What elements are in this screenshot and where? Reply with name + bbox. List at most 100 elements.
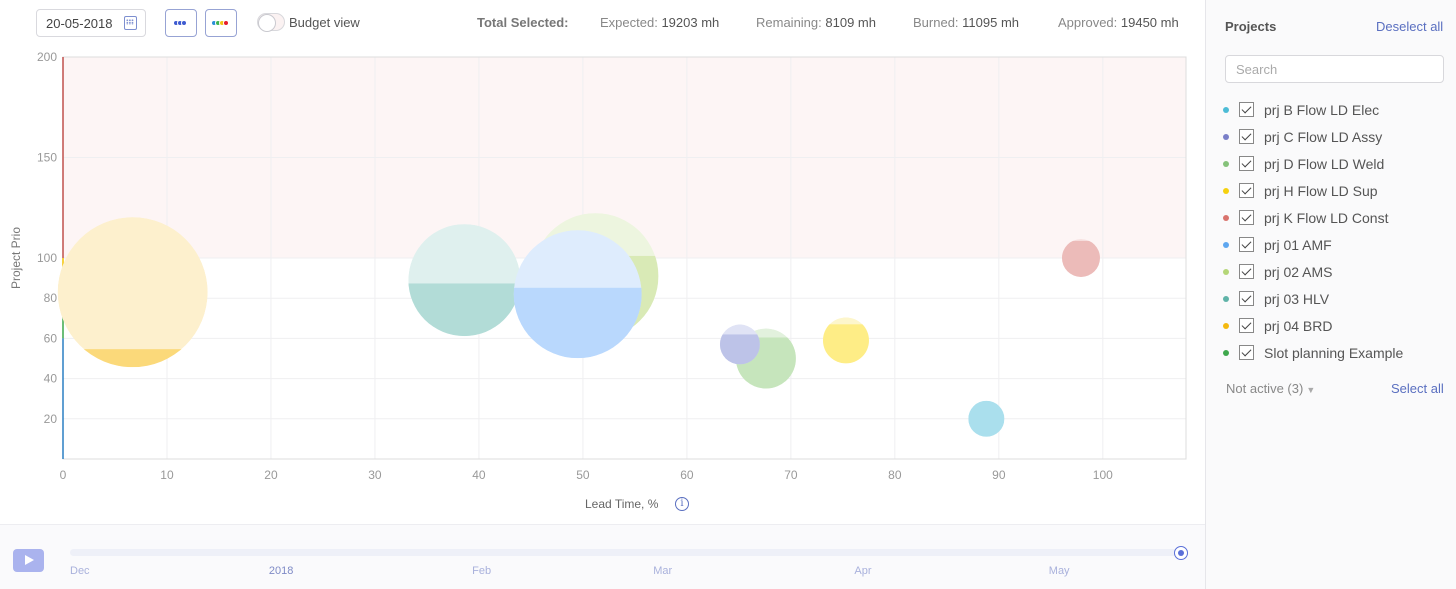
y-axis-title: Project Prio (9, 227, 23, 289)
project-color-dot (1223, 106, 1229, 113)
x-axis-title: Lead Time, % (585, 497, 659, 511)
y-tick-label: 60 (44, 331, 58, 345)
remaining-stat: Remaining: 8109 mh (756, 15, 876, 30)
dot (223, 20, 229, 26)
project-checkbox[interactable] (1239, 318, 1254, 333)
bubble-prj-c-flow-ld-assy[interactable] (719, 324, 760, 365)
not-active-label: Not active (3) (1226, 381, 1304, 396)
colored-dots-icon (211, 20, 229, 26)
x-tick-label: 0 (60, 468, 67, 482)
expected-value: 19203 mh (661, 15, 720, 30)
project-label: prj B Flow LD Elec (1264, 101, 1380, 118)
burned-label: Burned: (913, 15, 959, 30)
project-item[interactable]: prj 03 HLV (1223, 285, 1453, 312)
y-tick-label: 40 (44, 372, 58, 386)
bubble-fill (1061, 240, 1100, 277)
project-checkbox[interactable] (1239, 102, 1254, 117)
info-icon[interactable]: i (675, 497, 689, 511)
calendar-icon[interactable] (124, 16, 137, 30)
x-tick-label: 10 (160, 468, 174, 482)
main-panel: 20-05-2018 Budget view Total Selected: E… (0, 0, 1205, 589)
dots-icon (173, 20, 187, 26)
projects-sidebar: Projects Deselect all prj B Flow LD Elec… (1205, 0, 1456, 589)
bubble-prj-03-hlv[interactable] (408, 224, 521, 337)
bubble-prj-01-amf[interactable] (513, 230, 642, 359)
deselect-all-link[interactable]: Deselect all (1376, 19, 1443, 34)
bubble-prj-b-flow-ld-elec[interactable] (968, 400, 1005, 437)
timeline-label: Dec (70, 565, 90, 577)
expected-stat: Expected: 19203 mh (600, 15, 719, 30)
y-tick-label: 150 (37, 151, 57, 165)
budget-view-toggle[interactable] (257, 13, 285, 32)
bubble-fill (408, 283, 521, 337)
compact-view-button[interactable] (165, 9, 197, 37)
total-selected-label: Total Selected: (477, 15, 569, 30)
x-tick-label: 90 (992, 468, 1006, 482)
project-checkbox[interactable] (1239, 183, 1254, 198)
bubble-fill (57, 349, 208, 368)
y-tick-label: 100 (37, 251, 57, 265)
budget-view-label: Budget view (289, 15, 360, 30)
project-checkbox[interactable] (1239, 264, 1254, 279)
project-label: prj K Flow LD Const (1264, 209, 1389, 226)
project-checkbox[interactable] (1239, 156, 1254, 171)
timeline-track[interactable] (70, 549, 1181, 556)
project-item[interactable]: prj H Flow LD Sup (1223, 177, 1453, 204)
project-color-dot (1223, 322, 1229, 329)
bubble-fill (513, 287, 642, 359)
color-view-button[interactable] (205, 9, 237, 37)
project-item[interactable]: prj 02 AMS (1223, 258, 1453, 285)
project-checkbox[interactable] (1239, 210, 1254, 225)
project-checkbox[interactable] (1239, 291, 1254, 306)
bubble-prj-04-brd[interactable] (57, 217, 208, 368)
y-tick-label: 80 (44, 291, 58, 305)
timeline-label: 2018 (268, 565, 294, 577)
project-label: prj 02 AMS (1264, 263, 1333, 280)
timeline-label: Apr (854, 565, 872, 577)
date-picker[interactable]: 20-05-2018 (36, 9, 146, 37)
burned-value: 11095 mh (962, 15, 1020, 30)
project-label: Slot planning Example (1264, 344, 1404, 361)
bubble-fill (822, 324, 869, 364)
project-item[interactable]: prj 04 BRD (1223, 312, 1453, 339)
project-item[interactable]: prj 01 AMF (1223, 231, 1453, 258)
caret-down-icon: ▼ (1306, 385, 1316, 395)
select-all-link[interactable]: Select all (1391, 381, 1444, 396)
x-tick-label: 60 (680, 468, 694, 482)
project-color-dot (1223, 295, 1229, 302)
project-item[interactable]: prj D Flow LD Weld (1223, 150, 1453, 177)
project-checkbox[interactable] (1239, 237, 1254, 252)
project-checkbox[interactable] (1239, 129, 1254, 144)
bubble-background (57, 217, 208, 368)
y-tick-label: 200 (37, 50, 57, 64)
project-color-dot (1223, 214, 1229, 221)
bubble-chart: 0 10 20 30 40 50 60 70 80 90 100 20 40 60 80 100 150 200 P… (9, 50, 1187, 482)
project-list: prj B Flow LD Elec prj C Flow LD Assy prj … (1223, 96, 1453, 366)
timeline-handle[interactable] (1174, 546, 1188, 560)
x-tick-label: 20 (264, 468, 278, 482)
approved-label: Approved: (1058, 15, 1118, 30)
project-label: prj 04 BRD (1264, 317, 1333, 334)
timeline-label: May (1048, 565, 1070, 577)
date-value: 20-05-2018 (46, 16, 113, 31)
remaining-value: 8109 mh (825, 15, 876, 30)
project-label: prj 03 HLV (1264, 290, 1330, 307)
project-color-dot (1223, 268, 1229, 275)
bubble-prj-k-flow-ld-const[interactable] (1061, 239, 1100, 277)
not-active-dropdown[interactable]: Not active (3) ▼ (1226, 381, 1315, 396)
play-button[interactable] (13, 549, 44, 572)
project-search-input[interactable] (1225, 55, 1444, 83)
project-checkbox[interactable] (1239, 345, 1254, 360)
project-item[interactable]: prj B Flow LD Elec (1223, 96, 1453, 123)
x-tick-label: 40 (472, 468, 486, 482)
project-item[interactable]: prj C Flow LD Assy (1223, 123, 1453, 150)
bubble-prj-h-flow-ld-sup[interactable] (822, 317, 869, 364)
timeline-label: Feb (472, 565, 492, 577)
burned-stat: Burned: 11095 mh (913, 15, 1019, 30)
project-item[interactable]: prj K Flow LD Const (1223, 204, 1453, 231)
x-tick-label: 70 (784, 468, 798, 482)
project-label: prj D Flow LD Weld (1264, 155, 1385, 172)
project-label: prj C Flow LD Assy (1264, 128, 1383, 145)
project-item[interactable]: Slot planning Example (1223, 339, 1453, 366)
expected-label: Expected: (600, 15, 658, 30)
